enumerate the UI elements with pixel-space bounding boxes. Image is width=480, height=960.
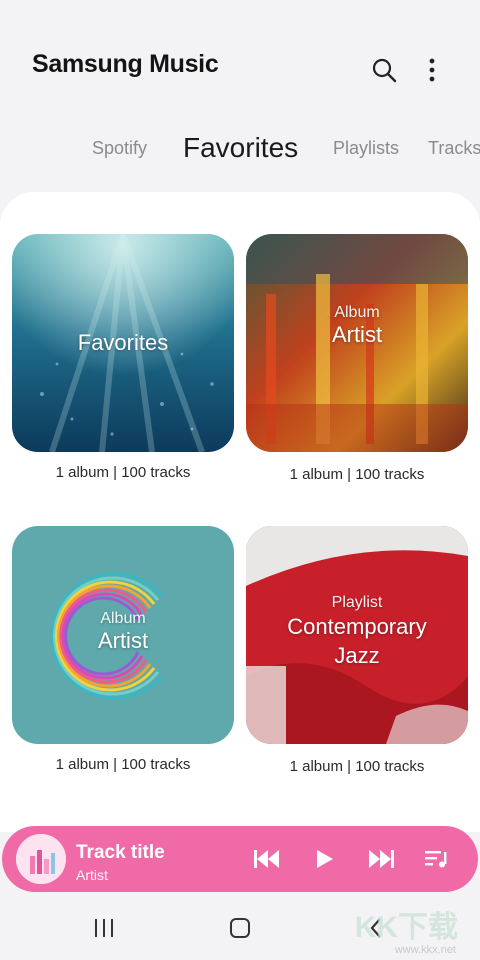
watermark-url: www.kkx.net bbox=[394, 944, 456, 956]
card-title: Artist bbox=[331, 322, 383, 347]
card-playlist-jazz[interactable]: Playlist Contemporary Jazz bbox=[246, 526, 468, 744]
card-meta: 1 album | 100 tracks bbox=[55, 756, 191, 773]
card-text: Favorites bbox=[12, 330, 234, 356]
card-text: Playlist Contemporary Jazz bbox=[246, 594, 468, 670]
card-meta: 1 album | 100 tracks bbox=[289, 466, 425, 483]
queue-button[interactable] bbox=[422, 844, 452, 874]
card-album-artist-2[interactable]: Album Artist bbox=[12, 526, 234, 744]
card-subtitle: Album bbox=[100, 610, 146, 627]
content-sheet: Favorites 1 album | 100 tracks Album Art… bbox=[0, 192, 480, 832]
card-title: Artist bbox=[97, 628, 149, 653]
next-button[interactable] bbox=[366, 844, 396, 874]
tab-spotify[interactable]: Spotify bbox=[92, 118, 147, 178]
card-favorites[interactable]: Favorites bbox=[12, 234, 234, 452]
card-title: Favorites bbox=[77, 330, 169, 355]
track-title: Track title bbox=[76, 842, 165, 863]
card-title: Contemporary Jazz bbox=[287, 614, 427, 668]
recents-icon bbox=[95, 919, 113, 937]
recents-button[interactable] bbox=[84, 910, 124, 946]
app-title: Samsung Music bbox=[32, 50, 219, 78]
track-artist: Artist bbox=[76, 867, 108, 883]
card-text: Album Artist bbox=[12, 610, 234, 654]
album-thumbnail bbox=[16, 834, 66, 884]
card-text: Album Artist bbox=[246, 304, 468, 348]
play-icon bbox=[317, 850, 333, 868]
card-meta: 1 album | 100 tracks bbox=[55, 464, 191, 481]
card-meta: 1 album | 100 tracks bbox=[289, 758, 425, 775]
tab-playlists[interactable]: Playlists bbox=[333, 118, 399, 178]
search-icon bbox=[372, 58, 397, 83]
skip-next-icon bbox=[369, 850, 394, 868]
card-album-artist-1[interactable]: Album Artist bbox=[246, 234, 468, 452]
more-vert-icon bbox=[429, 58, 435, 82]
watermark-logo: KK下载 bbox=[354, 911, 458, 944]
tab-favorites[interactable]: Favorites bbox=[183, 118, 298, 178]
previous-button[interactable] bbox=[252, 844, 282, 874]
album-art-icon bbox=[16, 834, 66, 884]
tab-bar: Spotify Favorites Playlists Tracks bbox=[0, 118, 480, 178]
home-icon bbox=[230, 918, 250, 938]
mini-player[interactable]: Track title Artist bbox=[2, 826, 478, 892]
queue-music-icon bbox=[425, 851, 447, 868]
home-button[interactable] bbox=[220, 910, 260, 946]
app-header: Samsung Music Spotify Favorites Playlist… bbox=[0, 0, 480, 190]
more-options-button[interactable] bbox=[414, 52, 450, 88]
play-button[interactable] bbox=[310, 844, 340, 874]
card-subtitle: Album bbox=[334, 304, 380, 321]
search-button[interactable] bbox=[366, 52, 402, 88]
card-subtitle: Playlist bbox=[331, 594, 383, 611]
skip-previous-icon bbox=[254, 850, 279, 868]
tab-tracks[interactable]: Tracks bbox=[428, 118, 480, 178]
